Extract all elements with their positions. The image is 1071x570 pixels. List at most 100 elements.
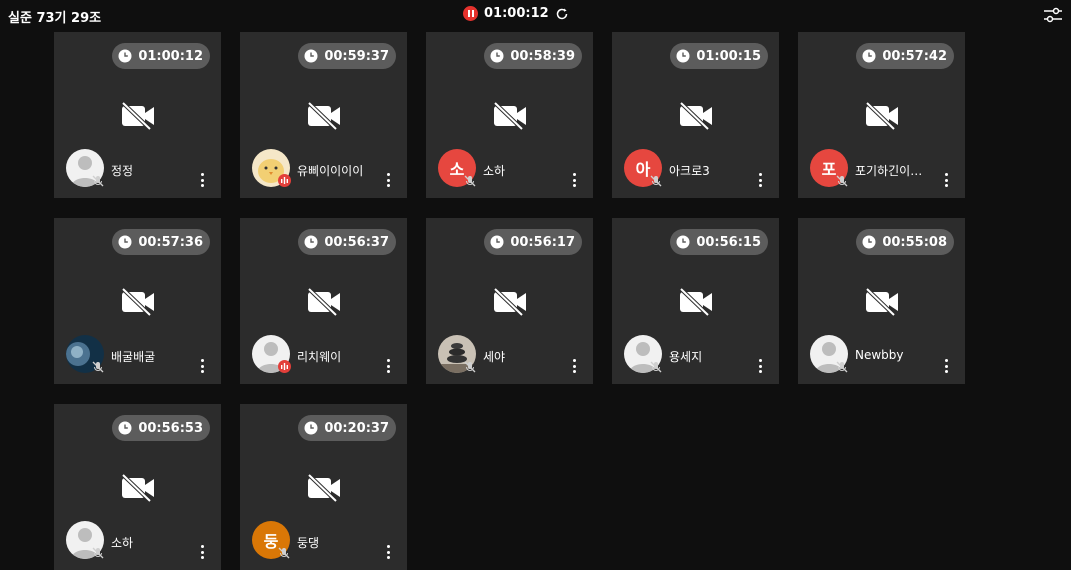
- mic-off-icon: [649, 173, 663, 187]
- participant-elapsed-time: 00:20:37: [324, 420, 389, 436]
- participant-timer: 00:20:37: [298, 415, 396, 441]
- participant-elapsed-time: 00:55:08: [882, 234, 947, 250]
- pause-icon[interactable]: [463, 6, 478, 21]
- camera-off-icon: [306, 473, 342, 503]
- camera-off-icon: [306, 287, 342, 317]
- clock-icon: [676, 49, 690, 63]
- more-vertical-icon[interactable]: [572, 173, 576, 187]
- camera-off-icon: [120, 473, 156, 503]
- participant-tile[interactable]: 00:20:37 둥 둥댕: [240, 404, 407, 570]
- more-vertical-icon[interactable]: [944, 359, 948, 373]
- mic-off-icon: [835, 359, 849, 373]
- sliders-icon[interactable]: [1043, 5, 1063, 25]
- participant-timer: 00:56:37: [298, 229, 396, 255]
- participant-name: 둥댕: [297, 536, 320, 550]
- clock-icon: [304, 235, 318, 249]
- participant-timer: 00:56:17: [484, 229, 582, 255]
- participant-name: 정정: [111, 164, 134, 178]
- more-vertical-icon[interactable]: [386, 173, 390, 187]
- participant-elapsed-time: 00:56:15: [696, 234, 761, 250]
- clock-icon: [490, 49, 504, 63]
- participant-timer: 00:57:42: [856, 43, 954, 69]
- participant-elapsed-time: 00:56:53: [138, 420, 203, 436]
- mic-off-icon: [91, 545, 105, 559]
- participant-elapsed-time: 01:00:15: [696, 48, 761, 64]
- participant-name: 소하: [483, 164, 506, 178]
- participant-elapsed-time: 00:59:37: [324, 48, 389, 64]
- clock-icon: [676, 235, 690, 249]
- participant-name: 배굴배굴: [111, 350, 156, 364]
- refresh-icon[interactable]: [555, 7, 569, 21]
- participant-tile[interactable]: 00:55:08 Newbby: [798, 218, 965, 384]
- participant-tile[interactable]: 00:59:37 유삐이이이이: [240, 32, 407, 198]
- camera-off-icon: [492, 287, 528, 317]
- participant-tile[interactable]: 01:00:15 아 아크로3: [612, 32, 779, 198]
- participant-tile[interactable]: 00:56:37 리치웨이: [240, 218, 407, 384]
- participant-timer: 00:57:36: [112, 229, 210, 255]
- participant-name: 포기하긴이…: [855, 164, 923, 178]
- clock-icon: [862, 235, 876, 249]
- clock-icon: [490, 235, 504, 249]
- more-vertical-icon[interactable]: [386, 545, 390, 559]
- participant-tile[interactable]: 01:00:12 정정: [54, 32, 221, 198]
- participant-tile[interactable]: 00:56:17 세야: [426, 218, 593, 384]
- participant-tile[interactable]: 00:56:15 용세지: [612, 218, 779, 384]
- clock-icon: [118, 235, 132, 249]
- more-vertical-icon[interactable]: [200, 173, 204, 187]
- participant-name: Newbby: [855, 348, 904, 362]
- more-vertical-icon[interactable]: [572, 359, 576, 373]
- camera-off-icon: [864, 101, 900, 131]
- live-audio-icon: [278, 360, 291, 373]
- mic-off-icon: [91, 359, 105, 373]
- more-vertical-icon[interactable]: [944, 173, 948, 187]
- more-vertical-icon[interactable]: [758, 359, 762, 373]
- participant-elapsed-time: 00:56:37: [324, 234, 389, 250]
- mic-off-icon: [463, 173, 477, 187]
- participant-name: 아크로3: [669, 164, 710, 178]
- participant-timer: 00:59:37: [298, 43, 396, 69]
- mic-off-icon: [649, 359, 663, 373]
- participant-name: 리치웨이: [297, 350, 342, 364]
- participant-tile[interactable]: 00:58:39 소 소하: [426, 32, 593, 198]
- camera-off-icon: [678, 101, 714, 131]
- participant-elapsed-time: 00:56:17: [510, 234, 575, 250]
- camera-off-icon: [492, 101, 528, 131]
- camera-off-icon: [864, 287, 900, 317]
- participant-timer: 00:55:08: [856, 229, 954, 255]
- participant-name: 유삐이이이이: [297, 164, 364, 178]
- more-vertical-icon[interactable]: [200, 359, 204, 373]
- participant-timer: 01:00:12: [112, 43, 210, 69]
- clock-icon: [118, 49, 132, 63]
- session-timer-group: 01:00:12: [463, 6, 569, 21]
- room-title: 실준 73기 29조: [8, 11, 102, 26]
- participant-tile[interactable]: 00:56:53 소하: [54, 404, 221, 570]
- participant-tile[interactable]: 00:57:36 배굴배굴: [54, 218, 221, 384]
- mic-off-icon: [277, 545, 291, 559]
- session-timer: 01:00:12: [484, 6, 549, 21]
- camera-off-icon: [120, 287, 156, 317]
- participant-tile[interactable]: 00:57:42 포 포기하긴이…: [798, 32, 965, 198]
- mic-off-icon: [91, 173, 105, 187]
- camera-off-icon: [120, 101, 156, 131]
- participant-elapsed-time: 01:00:12: [138, 48, 203, 64]
- participant-timer: 01:00:15: [670, 43, 768, 69]
- participant-timer: 00:56:53: [112, 415, 210, 441]
- clock-icon: [862, 49, 876, 63]
- participant-timer: 00:58:39: [484, 43, 582, 69]
- more-vertical-icon[interactable]: [200, 545, 204, 559]
- more-vertical-icon[interactable]: [758, 173, 762, 187]
- mic-off-icon: [835, 173, 849, 187]
- mic-off-icon: [463, 359, 477, 373]
- participant-elapsed-time: 00:57:36: [138, 234, 203, 250]
- clock-icon: [118, 421, 132, 435]
- live-audio-icon: [278, 174, 291, 187]
- participant-elapsed-time: 00:57:42: [882, 48, 947, 64]
- participant-name: 세야: [483, 350, 506, 364]
- clock-icon: [304, 49, 318, 63]
- top-bar: 실준 73기 29조 01:00:12: [0, 0, 1071, 30]
- participant-name: 소하: [111, 536, 134, 550]
- camera-off-icon: [678, 287, 714, 317]
- camera-off-icon: [306, 101, 342, 131]
- participant-elapsed-time: 00:58:39: [510, 48, 575, 64]
- more-vertical-icon[interactable]: [386, 359, 390, 373]
